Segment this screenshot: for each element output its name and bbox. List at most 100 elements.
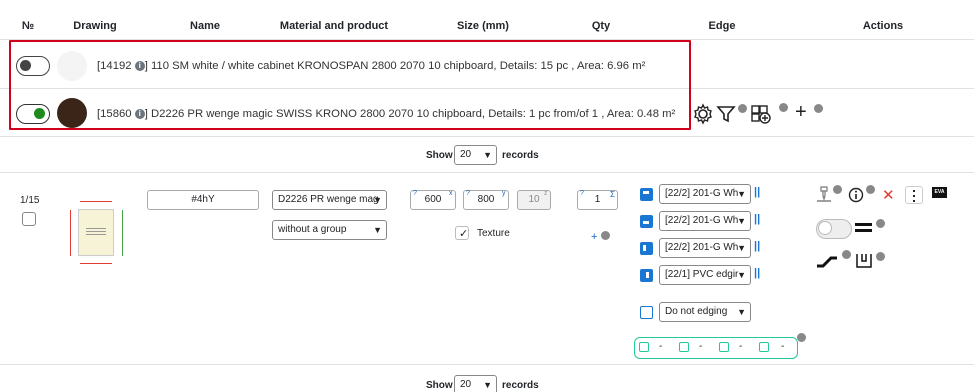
width-help[interactable]: ? [413, 190, 417, 197]
edge-bottom-select[interactable]: [22/2] 201-G Wh ▼ [659, 211, 751, 231]
chevron-down-icon: ▼ [737, 189, 746, 199]
table-header: № Drawing Name Material and product Size… [0, 0, 974, 40]
chevron-down-icon: ▼ [737, 243, 746, 253]
header-drawing: Drawing [73, 20, 117, 32]
toggle-knob [818, 221, 832, 235]
header-qty: Qty [591, 20, 611, 32]
chevron-down-icon: ▼ [737, 216, 746, 226]
edge-left-bars[interactable]: || [754, 267, 760, 279]
edging-select-value: Do not edging [665, 306, 728, 317]
info-icon[interactable] [601, 231, 610, 240]
double-line-icon-bottom [855, 229, 872, 232]
header-material: Material and product [279, 20, 389, 32]
edge-summary: - - - - [634, 337, 798, 359]
qty-help[interactable]: ? [580, 190, 584, 197]
edge-top-bars[interactable]: || [754, 186, 760, 198]
pager-select-bottom[interactable]: 20 ▼ [454, 375, 497, 392]
edge-left-icon [640, 269, 653, 282]
info-circle-icon[interactable] [848, 187, 864, 203]
thickness-axis: z [544, 190, 548, 197]
filter-icon[interactable] [716, 104, 736, 124]
pager-select-value: 20 [460, 379, 472, 390]
edge-right-summary: - [739, 341, 743, 352]
edge-right-bars[interactable]: || [754, 240, 760, 252]
edge-top-mini-icon [639, 342, 649, 352]
material-select[interactable]: D2226 PR wenge mag ▼ [272, 190, 387, 210]
edge-right-select[interactable]: [22/2] 201-G Wh ▼ [659, 238, 751, 258]
edge-top-summary: - [659, 341, 663, 352]
edge-right-value: [22/2] 201-G Wh [665, 242, 739, 253]
header-size: Size (mm) [457, 20, 509, 32]
add-icon[interactable]: + [795, 101, 807, 123]
more-menu-button[interactable] [905, 186, 923, 204]
edge-bottom-summary: - [699, 341, 703, 352]
delete-icon[interactable]: ✕ [882, 186, 895, 204]
texture-checkbox[interactable]: ✓ [455, 226, 469, 240]
info-icon[interactable] [842, 250, 851, 259]
chevron-down-icon: ▼ [737, 307, 746, 317]
row-checkbox[interactable] [22, 212, 36, 226]
edge-top-value: [22/2] 201-G Wh [665, 188, 739, 199]
row-divider [0, 172, 974, 173]
edge-top-select[interactable]: [22/2] 201-G Wh ▼ [659, 184, 751, 204]
info-icon[interactable] [779, 103, 788, 112]
eva-badge[interactable]: EVA [932, 187, 947, 198]
add-panel-icon[interactable] [750, 103, 772, 125]
thickness-value: 10 [528, 194, 540, 205]
action-toggle[interactable] [816, 219, 852, 239]
chevron-down-icon: ▼ [373, 225, 382, 235]
pager-select-value: 20 [460, 149, 472, 160]
edging-select[interactable]: Do not edging ▼ [659, 302, 751, 322]
edge-right-icon [640, 242, 653, 255]
height-help[interactable]: ? [466, 190, 470, 197]
edge-bottom-bars[interactable]: || [754, 213, 760, 225]
edge-left-mini-icon [759, 342, 769, 352]
pager-records-label-bottom: records [502, 380, 539, 391]
sigma-icon[interactable]: Σ [610, 190, 615, 199]
pager-select[interactable]: 20 ▼ [454, 145, 497, 165]
header-name: Name [190, 20, 220, 32]
edge-left-value: [22/1] PVC edgir [665, 269, 739, 280]
double-line-icon [855, 223, 872, 226]
edge-left-select[interactable]: [22/1] PVC edgir ▼ [659, 265, 751, 285]
gear-icon[interactable] [692, 103, 714, 125]
width-axis: x [449, 190, 453, 197]
edge-right-mini-icon [719, 342, 729, 352]
info-icon[interactable] [738, 104, 747, 113]
edge-bottom-value: [22/2] 201-G Wh [665, 215, 739, 226]
info-icon[interactable] [866, 185, 875, 194]
row-divider [0, 136, 974, 137]
texture-label: Texture [477, 228, 510, 239]
drill-icon[interactable] [815, 186, 833, 204]
edge-all-checkbox[interactable] [640, 306, 653, 319]
pager-records-label: records [502, 150, 539, 161]
group-select-value: without a group [278, 224, 347, 235]
info-icon[interactable] [797, 333, 806, 342]
panel-drawing[interactable] [69, 199, 124, 266]
header-actions: Actions [862, 20, 904, 32]
edge-top-icon [640, 188, 653, 201]
height-value: 800 [477, 194, 495, 205]
group-select[interactable]: without a group ▼ [272, 220, 387, 240]
row-number: 1/15 [20, 195, 40, 206]
qty-add-icon[interactable]: + [591, 231, 597, 243]
slope-icon[interactable] [815, 252, 839, 270]
chevron-down-icon: ▼ [373, 195, 382, 205]
info-icon[interactable] [833, 185, 842, 194]
height-axis: y [502, 190, 506, 197]
groove-icon[interactable] [855, 253, 873, 269]
chevron-down-icon: ▼ [483, 150, 492, 160]
edge-bottom-icon [640, 215, 653, 228]
highlight-box [9, 40, 691, 130]
edge-left-summary: - [781, 341, 785, 352]
pager-show-label: Show [426, 150, 453, 161]
edge-bottom-mini-icon [679, 342, 689, 352]
pager-show-label-bottom: Show [426, 380, 453, 391]
info-icon[interactable] [876, 252, 885, 261]
name-input[interactable]: #4hY [147, 190, 259, 210]
info-icon[interactable] [876, 219, 885, 228]
chevron-down-icon: ▼ [737, 270, 746, 280]
chevron-down-icon: ▼ [483, 380, 492, 390]
info-icon[interactable] [814, 104, 823, 113]
row-divider [0, 364, 974, 365]
